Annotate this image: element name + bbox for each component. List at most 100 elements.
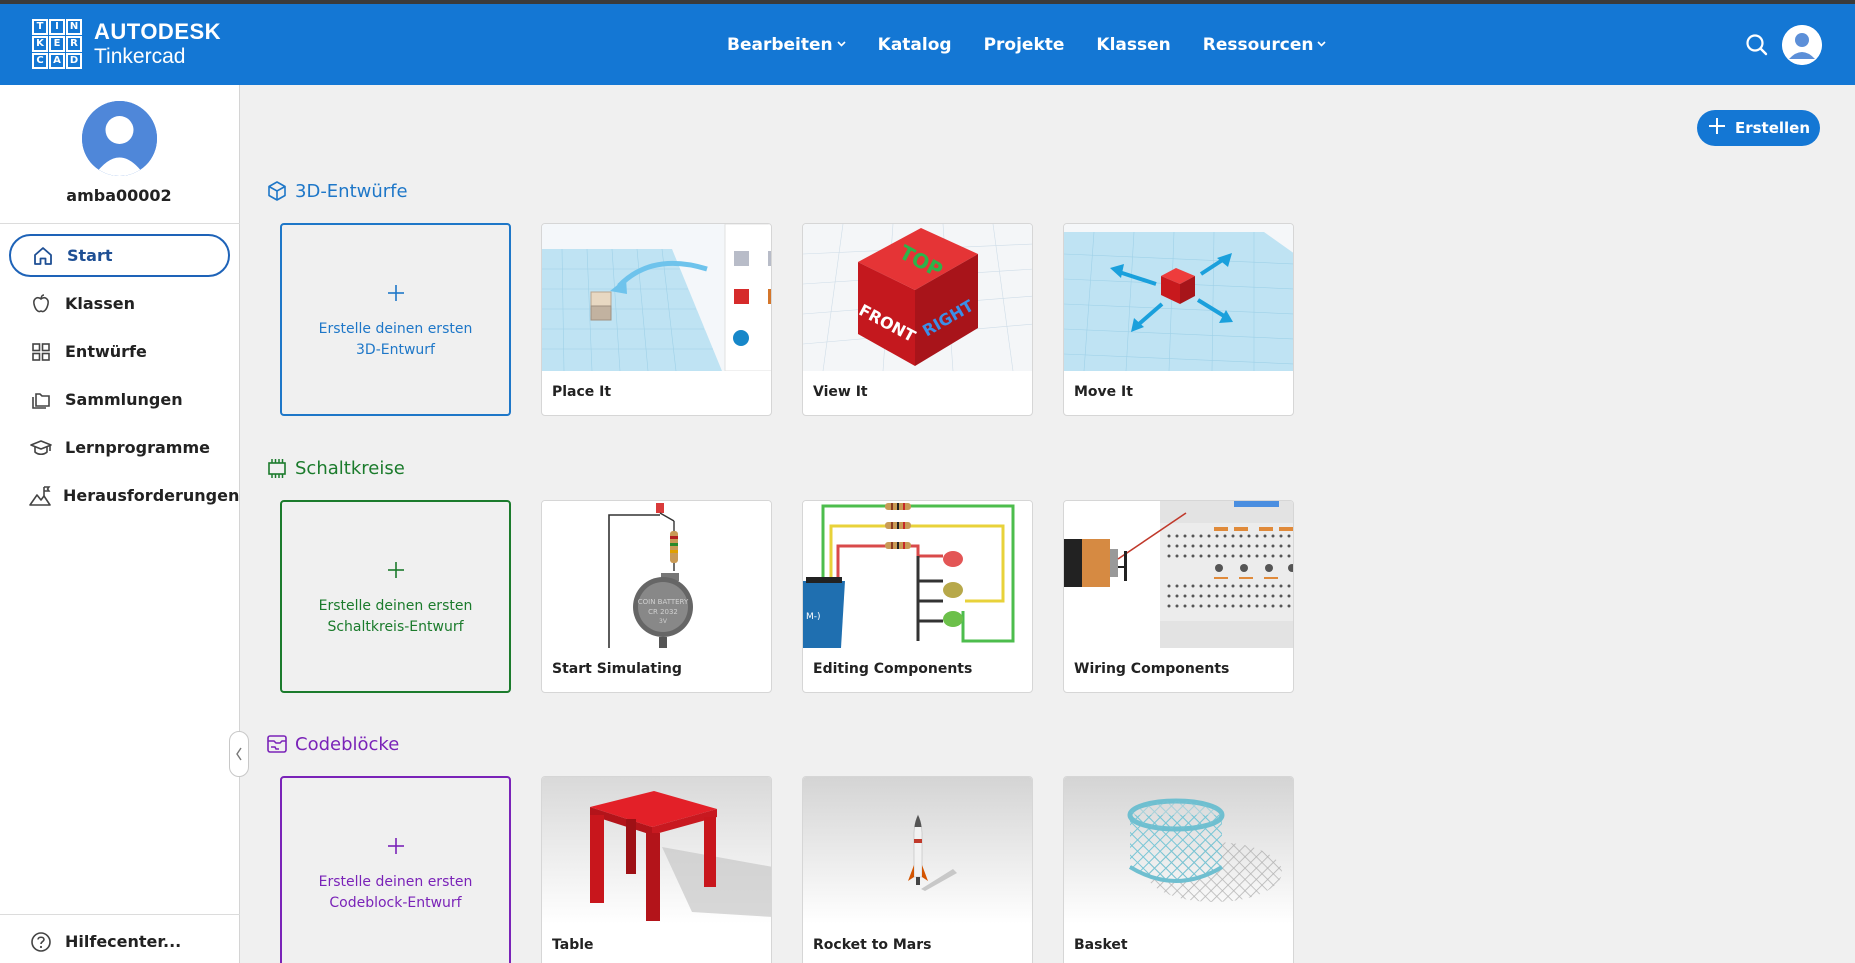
- graduation-cap-icon: [29, 436, 53, 460]
- sidebar-item-label: Hilfecenter...: [65, 932, 182, 951]
- sidebar-item-herausforderungen[interactable]: Herausforderungen: [9, 474, 239, 517]
- tutorial-card-basket[interactable]: Basket: [1063, 776, 1294, 963]
- plus-icon: [386, 279, 406, 309]
- sidebar-item-label: Herausforderungen: [63, 486, 240, 505]
- main-nav: Bearbeiten Katalog Projekte Klassen Ress…: [727, 4, 1358, 85]
- top-navigation-bar: T I N K E R C A D AUTODESK Tinkercad Bea…: [0, 4, 1855, 85]
- sidebar-item-label: Lernprogramme: [65, 438, 210, 457]
- sidebar-collapse-handle[interactable]: [229, 731, 249, 777]
- tutorial-card-wiring-components[interactable]: Wiring Components: [1063, 500, 1294, 693]
- chevron-down-icon: [837, 39, 846, 50]
- tutorial-card-editing-components[interactable]: M-) Editing Components: [802, 500, 1033, 693]
- sidebar-item-label: Sammlungen: [65, 390, 183, 409]
- logo-letter: A: [49, 53, 65, 69]
- sidebar-item-label: Klassen: [65, 294, 135, 313]
- section-title-circuits[interactable]: Schaltkreise: [266, 457, 405, 479]
- nav-projekte[interactable]: Projekte: [984, 35, 1065, 55]
- chevron-left-icon: [236, 747, 242, 761]
- nav-ressourcen[interactable]: Ressourcen: [1203, 35, 1327, 55]
- brand-tinkercad: Tinkercad: [94, 45, 186, 68]
- section-title-3d[interactable]: 3D-Entwürfe: [266, 180, 408, 202]
- app-window: T I N K E R C A D AUTODESK Tinkercad Bea…: [0, 4, 1855, 963]
- new-card-label: Erstelle deinen ersten Codeblock-Entwurf: [318, 873, 473, 911]
- circuit-chip-icon: [266, 457, 288, 479]
- nav-label: Projekte: [983, 34, 1065, 55]
- logo-wordmark: AUTODESK Tinkercad: [94, 19, 222, 68]
- apple-icon: [29, 292, 53, 316]
- section-title-label: Codeblöcke: [295, 733, 400, 755]
- username: amba00002: [66, 186, 172, 205]
- user-icon: [82, 101, 157, 176]
- tutorial-card-view-it[interactable]: TOP FRONT RIGHT View It: [802, 223, 1033, 416]
- card-thumbnail: [1064, 501, 1293, 648]
- logo-letter-grid: T I N K E R C A D: [32, 19, 82, 69]
- card-title: Table: [552, 937, 594, 953]
- chevron-down-icon: [1317, 39, 1327, 50]
- card-thumbnail: [1064, 224, 1293, 371]
- folder-icon: [29, 388, 53, 412]
- card-title: Editing Components: [813, 661, 973, 677]
- sidebar-item-hilfecenter[interactable]: Hilfecenter...: [9, 920, 230, 963]
- battery-label-line1: COIN BATTERY: [638, 598, 689, 606]
- section-title-label: 3D-Entwürfe: [295, 180, 408, 202]
- codeblocks-icon: [266, 733, 288, 755]
- tutorial-card-start-simulating[interactable]: COIN BATTERY CR 2032 3V Start Simulating: [541, 500, 772, 693]
- help-icon: [29, 930, 53, 954]
- card-title: Move It: [1074, 384, 1133, 400]
- card-title: Rocket to Mars: [813, 937, 932, 953]
- sidebar-item-lernprogramme[interactable]: Lernprogramme: [9, 426, 230, 469]
- card-thumbnail: [803, 777, 1032, 924]
- sidebar-item-start[interactable]: Start: [9, 234, 230, 277]
- battery-label-line2: CR 2032: [648, 608, 678, 616]
- card-title: Place It: [552, 384, 612, 400]
- nav-label: Katalog: [877, 34, 952, 55]
- tinkercad-logo[interactable]: T I N K E R C A D AUTODESK Tinkercad: [32, 19, 221, 69]
- new-3d-design-card[interactable]: Erstelle deinen ersten 3D-Entwurf: [280, 223, 511, 416]
- home-icon: [31, 244, 55, 268]
- create-button-label: Erstellen: [1734, 119, 1811, 137]
- brand-autodesk: AUTODESK: [94, 19, 222, 44]
- nav-katalog[interactable]: Katalog: [878, 35, 952, 55]
- nav-label: Bearbeiten: [727, 34, 833, 55]
- card-thumbnail: [542, 224, 771, 371]
- sidebar-item-sammlungen[interactable]: Sammlungen: [9, 378, 230, 421]
- logo-letter: E: [49, 36, 65, 52]
- card-title: Start Simulating: [552, 661, 682, 677]
- logo-letter: K: [32, 36, 48, 52]
- nav-klassen[interactable]: Klassen: [1096, 35, 1170, 55]
- section-title-codeblocks[interactable]: Codeblöcke: [266, 733, 399, 755]
- card-title: Wiring Components: [1074, 661, 1230, 677]
- logo-letter: N: [66, 19, 82, 35]
- divider: [0, 914, 240, 915]
- sidebar-item-klassen[interactable]: Klassen: [9, 282, 230, 325]
- create-button[interactable]: Erstellen: [1697, 110, 1820, 146]
- logo-letter: I: [49, 19, 65, 35]
- mountain-flag-icon: [29, 484, 51, 508]
- tutorial-card-rocket-to-mars[interactable]: Rocket to Mars: [802, 776, 1033, 963]
- tutorial-card-move-it[interactable]: Move It: [1063, 223, 1294, 416]
- sidebar-item-entwuerfe[interactable]: Entwürfe: [9, 330, 230, 373]
- grid-icon: [29, 340, 53, 364]
- sidebar-item-label: Entwürfe: [65, 342, 147, 361]
- card-thumbnail: COIN BATTERY CR 2032 3V: [542, 501, 771, 648]
- card-thumbnail: M-): [803, 501, 1032, 648]
- logo-letter: R: [66, 36, 82, 52]
- new-card-label: Erstelle deinen ersten Schaltkreis-Entwu…: [318, 597, 473, 635]
- new-codeblock-design-card[interactable]: Erstelle deinen ersten Codeblock-Entwurf: [280, 776, 511, 963]
- user-avatar-button[interactable]: [1782, 25, 1822, 65]
- new-circuit-design-card[interactable]: Erstelle deinen ersten Schaltkreis-Entwu…: [280, 500, 511, 693]
- card-thumbnail: [1064, 777, 1293, 924]
- tutorial-card-place-it[interactable]: Place It: [541, 223, 772, 416]
- tutorial-card-table[interactable]: Table: [541, 776, 772, 963]
- logo-letter: T: [32, 19, 48, 35]
- plus-icon: [386, 556, 406, 586]
- search-icon[interactable]: [1744, 32, 1770, 58]
- nav-label: Ressourcen: [1202, 34, 1314, 55]
- nav-bearbeiten[interactable]: Bearbeiten: [727, 35, 846, 55]
- profile-avatar[interactable]: [82, 101, 157, 176]
- logo-letter: C: [32, 53, 48, 69]
- nav-label: Klassen: [1096, 34, 1171, 55]
- sidebar-item-label: Start: [67, 246, 113, 265]
- section-title-label: Schaltkreise: [295, 457, 405, 479]
- battery-label-line3: 3V: [659, 618, 668, 625]
